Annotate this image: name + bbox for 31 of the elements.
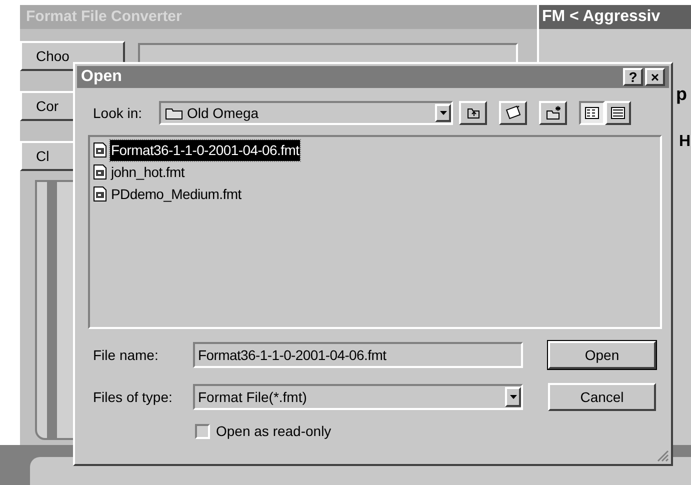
file-item[interactable]: PDdemo_Medium.fmt bbox=[110, 184, 242, 204]
new-folder-icon bbox=[545, 105, 561, 121]
file-name-label: File name: bbox=[93, 346, 160, 364]
dialog-button[interactable]: Cancel bbox=[548, 383, 656, 411]
text-fragment: H bbox=[679, 132, 691, 152]
folder-icon bbox=[165, 106, 183, 120]
list-view-button[interactable] bbox=[579, 101, 605, 125]
look-in-dropdown[interactable]: Old Omega bbox=[159, 101, 453, 125]
up-folder-button[interactable] bbox=[459, 101, 487, 125]
new-folder-button[interactable] bbox=[539, 101, 567, 125]
file-type-label: Files of type: bbox=[93, 388, 174, 407]
help-button[interactable]: ? bbox=[623, 68, 643, 86]
resize-grip-icon bbox=[657, 450, 669, 462]
file-icon bbox=[92, 186, 108, 202]
file-icon bbox=[92, 142, 108, 158]
file-list[interactable]: Format36-1-1-0-2001-04-06.fmt john_hot.fmt PDdemo_Medium.fmt bbox=[88, 135, 662, 329]
file-icon bbox=[92, 164, 108, 180]
file-item[interactable]: Format36-1-1-0-2001-04-06.fmt bbox=[110, 140, 300, 160]
file-name-field[interactable]: Format36-1-1-0-2001-04-06.fmt bbox=[193, 342, 523, 368]
close-button[interactable]: × bbox=[645, 68, 665, 86]
file-type-dropdown[interactable]: Format File(*.fmt) bbox=[193, 384, 523, 410]
text-fragment: p bbox=[676, 83, 687, 106]
details-view-icon bbox=[611, 107, 625, 119]
file-type-value: Format File(*.fmt) bbox=[198, 388, 308, 407]
window-title: FM < Aggressiv bbox=[542, 7, 660, 27]
details-view-button[interactable] bbox=[605, 101, 631, 125]
list-view-icon bbox=[585, 107, 599, 119]
dialog-button[interactable]: Open bbox=[548, 341, 656, 369]
checkbox-label: Open as read-only bbox=[216, 422, 332, 441]
look-in-value: Old Omega bbox=[187, 104, 260, 123]
checkbox[interactable] bbox=[195, 424, 210, 439]
